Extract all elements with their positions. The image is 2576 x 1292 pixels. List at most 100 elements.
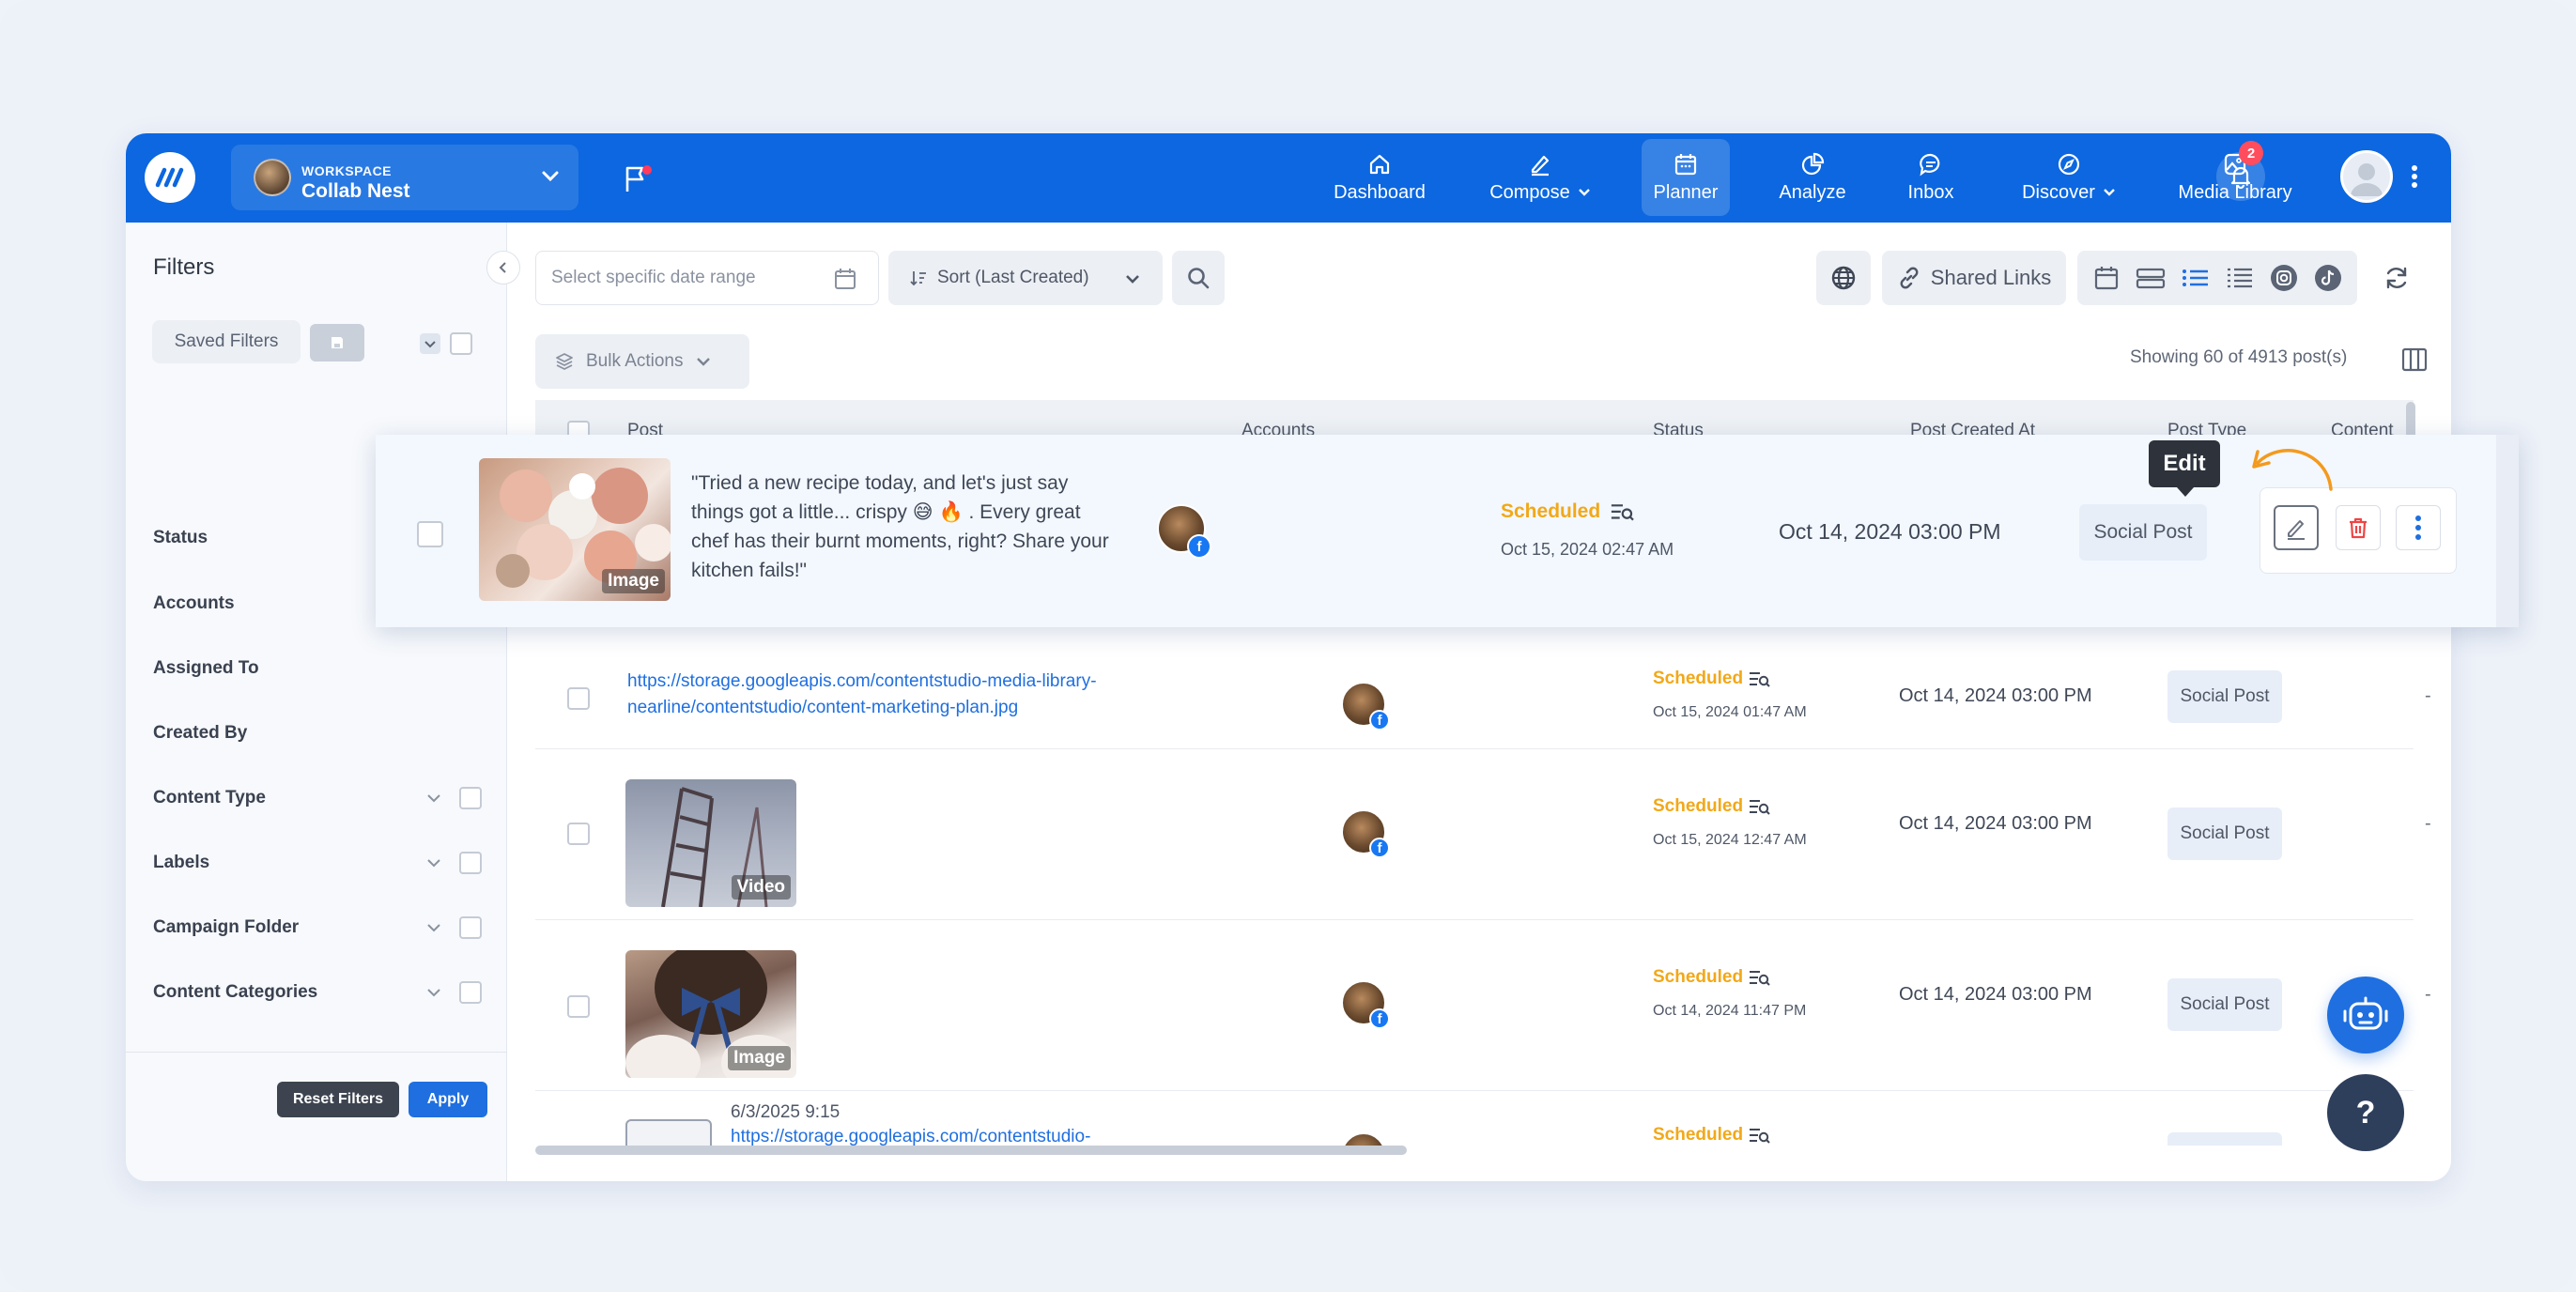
- post-type-badge: [2167, 1132, 2282, 1146]
- sort-icon: [910, 271, 926, 286]
- user-icon: [2351, 163, 2383, 196]
- delete-post-button[interactable]: [2336, 505, 2381, 550]
- filter-content-type-checkbox[interactable]: [459, 787, 482, 809]
- post-created-at: Oct 14, 2024 03:00 PM: [1779, 519, 2001, 544]
- content-category: -: [2425, 813, 2431, 834]
- post-link[interactable]: https://storage.googleapis.com/contentst…: [627, 669, 1153, 721]
- post-thumbnail[interactable]: Video: [625, 779, 796, 907]
- row-checkbox[interactable]: [567, 687, 590, 710]
- filter-campaign-folder[interactable]: Campaign Folder: [153, 909, 482, 946]
- scheduled-date: Oct 15, 2024 02:47 AM: [1501, 540, 1674, 559]
- edit-post-button[interactable]: [2274, 505, 2319, 550]
- table-row[interactable]: Image f Scheduled Oct 14, 2024 11:47 PM …: [535, 920, 2431, 1091]
- nav-discover[interactable]: Discover: [2008, 139, 2130, 216]
- table-row[interactable]: Video f Scheduled Oct 15, 2024 12:47 AM …: [535, 749, 2431, 920]
- filter-content-type[interactable]: Content Type: [153, 779, 482, 817]
- pointer-arrow-icon: [2252, 449, 2333, 491]
- facebook-icon: f: [1369, 710, 1390, 731]
- ai-assistant-button[interactable]: [2327, 977, 2404, 1054]
- row-scroll-edge: [2496, 435, 2519, 627]
- notification-count-badge: 2: [2239, 141, 2263, 165]
- media-type-tag: Image: [728, 1046, 791, 1070]
- table-row[interactable]: 6/3/2025 9:15 https://storage.googleapis…: [535, 1091, 2414, 1146]
- post-thumbnail[interactable]: Image: [625, 950, 796, 1078]
- row-checkbox[interactable]: [567, 823, 590, 845]
- chevron-down-icon: [2104, 189, 2115, 196]
- select-all-chevron-icon[interactable]: [419, 332, 441, 355]
- filter-content-categories-checkbox[interactable]: [459, 981, 482, 1004]
- workspace-switcher[interactable]: WORKSPACE Collab Nest: [231, 145, 578, 210]
- search-button[interactable]: [1172, 251, 1225, 305]
- nav-analyze[interactable]: Analyze: [1766, 139, 1859, 216]
- chat-icon: [1920, 153, 1940, 177]
- status-details-icon[interactable]: [1749, 798, 1771, 817]
- status-details-icon[interactable]: [1610, 502, 1636, 523]
- post-link[interactable]: https://storage.googleapis.com/contentst…: [731, 1127, 1090, 1146]
- pie-chart-icon: [1801, 152, 1825, 175]
- saved-filters-dropdown[interactable]: Saved Filters: [152, 320, 301, 363]
- app-logo[interactable]: [145, 152, 195, 203]
- nav-planner[interactable]: Planner: [1642, 139, 1730, 216]
- date-range-input[interactable]: Select specific date range: [535, 251, 879, 305]
- feed-view-icon[interactable]: [2135, 264, 2167, 292]
- filter-labels[interactable]: Labels: [153, 844, 482, 882]
- refresh-icon[interactable]: [2382, 263, 2412, 293]
- post-caption: "Tried a new recipe today, and let's jus…: [691, 472, 1109, 581]
- scheduled-date: Oct 15, 2024 01:47 AM: [1653, 704, 1807, 720]
- horizontal-scrollbar[interactable]: [535, 1146, 1407, 1155]
- select-all-checkbox[interactable]: [450, 332, 472, 355]
- calendar-view-icon[interactable]: [2092, 264, 2121, 292]
- chevron-down-icon: [1126, 275, 1139, 284]
- user-avatar[interactable]: [2340, 150, 2393, 203]
- collapse-sidebar-button[interactable]: [486, 251, 520, 285]
- instagram-grid-icon[interactable]: [2269, 263, 2299, 293]
- status-details-icon[interactable]: [1749, 969, 1771, 988]
- more-options-icon[interactable]: [2410, 162, 2419, 192]
- more-actions-button[interactable]: [2396, 505, 2441, 550]
- row-checkbox[interactable]: [417, 521, 443, 547]
- calendar-icon: [835, 269, 856, 289]
- status-details-icon[interactable]: [1749, 670, 1771, 689]
- help-button[interactable]: ?: [2327, 1074, 2404, 1151]
- sort-dropdown[interactable]: Sort (Last Created): [888, 251, 1163, 305]
- apply-filters-button[interactable]: Apply: [409, 1082, 487, 1117]
- logo-icon: [155, 167, 184, 188]
- post-created-at: Oct 14, 2024 03:00 PM: [1899, 813, 2092, 834]
- shared-links-button[interactable]: Shared Links: [1882, 251, 2066, 305]
- save-filter-button[interactable]: [310, 324, 364, 361]
- app-window: WORKSPACE Collab Nest Dashboard Compose: [126, 133, 2451, 1181]
- compact-list-view-icon[interactable]: [2225, 264, 2255, 292]
- columns-icon[interactable]: [2400, 346, 2429, 374]
- nav-planner-label: Planner: [1653, 181, 1719, 203]
- save-icon: [332, 337, 343, 348]
- tiktok-grid-icon[interactable]: [2313, 263, 2343, 293]
- filter-assigned-to[interactable]: Assigned To: [153, 650, 482, 687]
- row-checkbox[interactable]: [567, 995, 590, 1018]
- chevron-down-icon: [427, 989, 440, 997]
- nav-inbox[interactable]: Inbox: [1891, 139, 1970, 216]
- flag-notification-dot: [642, 165, 652, 175]
- content-category: -: [2425, 685, 2431, 706]
- trash-icon: [2350, 517, 2367, 539]
- list-view-icon[interactable]: [2181, 264, 2211, 292]
- filter-content-type-label: Content Type: [153, 788, 266, 808]
- bulk-actions-dropdown[interactable]: Bulk Actions: [535, 334, 749, 389]
- filter-labels-checkbox[interactable]: [459, 852, 482, 874]
- filter-assigned-to-label: Assigned To: [153, 658, 259, 678]
- nav-compose[interactable]: Compose: [1474, 139, 1606, 216]
- highlighted-post-row[interactable]: Image "Tried a new recipe today, and let…: [376, 435, 2519, 627]
- nav-dashboard-label: Dashboard: [1334, 181, 1426, 203]
- nav-analyze-label: Analyze: [1779, 181, 1846, 203]
- filter-content-categories[interactable]: Content Categories: [153, 974, 482, 1011]
- filter-campaign-folder-checkbox[interactable]: [459, 916, 482, 939]
- workspace-kicker: WORKSPACE: [301, 163, 393, 178]
- status-details-icon[interactable]: [1749, 1127, 1771, 1146]
- chevron-down-icon: [427, 794, 440, 803]
- post-count-text: Showing 60 of 4913 post(s): [2130, 347, 2348, 367]
- post-thumbnail[interactable]: Image: [479, 458, 671, 601]
- nav-dashboard[interactable]: Dashboard: [1322, 139, 1437, 216]
- timezone-button[interactable]: [1816, 251, 1871, 305]
- table-row[interactable]: https://storage.googleapis.com/contentst…: [535, 627, 2431, 749]
- reset-filters-button[interactable]: Reset Filters: [277, 1082, 399, 1117]
- filter-created-by[interactable]: Created By: [153, 715, 482, 752]
